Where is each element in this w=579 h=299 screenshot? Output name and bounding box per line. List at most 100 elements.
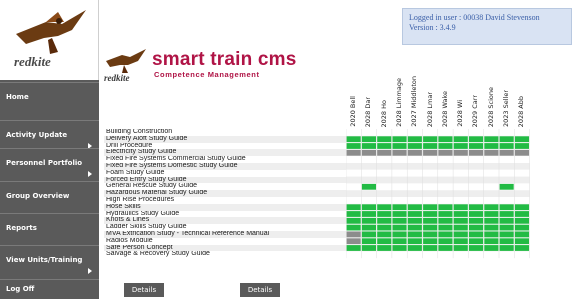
status-cell-complete[interactable]	[361, 231, 376, 238]
status-cell-complete[interactable]	[438, 211, 453, 217]
status-cell-complete[interactable]	[407, 136, 422, 143]
status-cell-complete[interactable]	[469, 136, 484, 143]
details-button-2[interactable]: Details	[240, 283, 280, 297]
status-cell-complete[interactable]	[407, 211, 422, 217]
status-cell-complete[interactable]	[346, 245, 361, 251]
status-cell-complete[interactable]	[377, 211, 392, 217]
status-cell-complete[interactable]	[438, 136, 453, 143]
status-cell-complete[interactable]	[499, 183, 514, 190]
status-cell-complete[interactable]	[514, 245, 529, 251]
status-cell-complete[interactable]	[499, 231, 514, 238]
status-cell-complete[interactable]	[407, 231, 422, 238]
status-cell-complete[interactable]	[407, 143, 422, 149]
status-cell-complete[interactable]	[499, 217, 514, 224]
nav-home[interactable]: Home	[0, 82, 99, 120]
status-cell-na[interactable]	[453, 149, 468, 156]
status-cell-complete[interactable]	[453, 211, 468, 217]
status-cell-complete[interactable]	[407, 217, 422, 224]
status-cell-complete[interactable]	[423, 245, 438, 251]
status-cell-complete[interactable]	[407, 204, 422, 211]
status-cell-complete[interactable]	[346, 143, 361, 149]
status-cell-na[interactable]	[484, 149, 499, 156]
status-cell-complete[interactable]	[392, 245, 407, 251]
status-cell-complete[interactable]	[361, 143, 376, 149]
status-cell-complete[interactable]	[346, 211, 361, 217]
status-cell-complete[interactable]	[469, 238, 484, 245]
status-cell-complete[interactable]	[499, 143, 514, 149]
status-cell-complete[interactable]	[499, 238, 514, 245]
status-cell-complete[interactable]	[377, 204, 392, 211]
status-cell-na[interactable]	[423, 149, 438, 156]
status-cell-complete[interactable]	[514, 217, 529, 224]
status-cell-complete[interactable]	[453, 245, 468, 251]
status-cell-complete[interactable]	[484, 204, 499, 211]
status-cell-complete[interactable]	[346, 217, 361, 224]
status-cell-complete[interactable]	[423, 238, 438, 245]
status-cell-complete[interactable]	[438, 217, 453, 224]
status-cell-complete[interactable]	[423, 224, 438, 231]
status-cell-complete[interactable]	[361, 211, 376, 217]
status-cell-complete[interactable]	[438, 231, 453, 238]
status-cell-complete[interactable]	[499, 224, 514, 231]
status-cell-complete[interactable]	[361, 136, 376, 143]
status-cell-complete[interactable]	[423, 136, 438, 143]
status-cell-complete[interactable]	[469, 211, 484, 217]
status-cell-complete[interactable]	[377, 245, 392, 251]
status-cell-na[interactable]	[346, 231, 361, 238]
status-cell-complete[interactable]	[453, 204, 468, 211]
status-cell-complete[interactable]	[361, 238, 376, 245]
status-cell-na[interactable]	[361, 149, 376, 156]
status-cell-complete[interactable]	[377, 231, 392, 238]
status-cell-complete[interactable]	[484, 211, 499, 217]
status-cell-complete[interactable]	[484, 136, 499, 143]
status-cell-complete[interactable]	[499, 245, 514, 251]
status-cell-complete[interactable]	[423, 143, 438, 149]
status-cell-complete[interactable]	[514, 238, 529, 245]
status-cell-na[interactable]	[346, 238, 361, 245]
status-cell-complete[interactable]	[392, 136, 407, 143]
status-cell-na[interactable]	[469, 149, 484, 156]
status-cell-na[interactable]	[392, 149, 407, 156]
status-cell-complete[interactable]	[514, 231, 529, 238]
status-cell-na[interactable]	[438, 149, 453, 156]
status-cell-complete[interactable]	[392, 217, 407, 224]
status-cell-complete[interactable]	[361, 224, 376, 231]
status-cell-complete[interactable]	[469, 204, 484, 211]
status-cell-complete[interactable]	[469, 231, 484, 238]
status-cell-complete[interactable]	[407, 224, 422, 231]
status-cell-na[interactable]	[514, 149, 529, 156]
status-cell-complete[interactable]	[361, 183, 376, 190]
status-cell-complete[interactable]	[361, 217, 376, 224]
status-cell-complete[interactable]	[346, 224, 361, 231]
status-cell-complete[interactable]	[469, 143, 484, 149]
status-cell-complete[interactable]	[484, 224, 499, 231]
status-cell-complete[interactable]	[392, 211, 407, 217]
status-cell-complete[interactable]	[392, 231, 407, 238]
status-cell-complete[interactable]	[377, 217, 392, 224]
nav-view-units-training[interactable]: View Units/Training	[0, 245, 99, 283]
status-cell-complete[interactable]	[514, 224, 529, 231]
status-cell-na[interactable]	[346, 149, 361, 156]
status-cell-complete[interactable]	[514, 211, 529, 217]
status-cell-complete[interactable]	[484, 231, 499, 238]
status-cell-complete[interactable]	[514, 204, 529, 211]
status-cell-complete[interactable]	[377, 224, 392, 231]
status-cell-complete[interactable]	[392, 143, 407, 149]
status-cell-complete[interactable]	[469, 224, 484, 231]
details-button[interactable]: Details	[124, 283, 164, 297]
status-cell-complete[interactable]	[453, 224, 468, 231]
status-cell-complete[interactable]	[361, 204, 376, 211]
status-cell-complete[interactable]	[453, 238, 468, 245]
status-cell-na[interactable]	[377, 149, 392, 156]
status-cell-complete[interactable]	[377, 136, 392, 143]
status-cell-complete[interactable]	[469, 217, 484, 224]
status-cell-complete[interactable]	[514, 143, 529, 149]
status-cell-complete[interactable]	[484, 245, 499, 251]
status-cell-complete[interactable]	[453, 143, 468, 149]
status-cell-complete[interactable]	[407, 238, 422, 245]
status-cell-complete[interactable]	[438, 245, 453, 251]
status-cell-complete[interactable]	[423, 211, 438, 217]
status-cell-complete[interactable]	[423, 217, 438, 224]
status-cell-complete[interactable]	[453, 217, 468, 224]
status-cell-complete[interactable]	[438, 204, 453, 211]
